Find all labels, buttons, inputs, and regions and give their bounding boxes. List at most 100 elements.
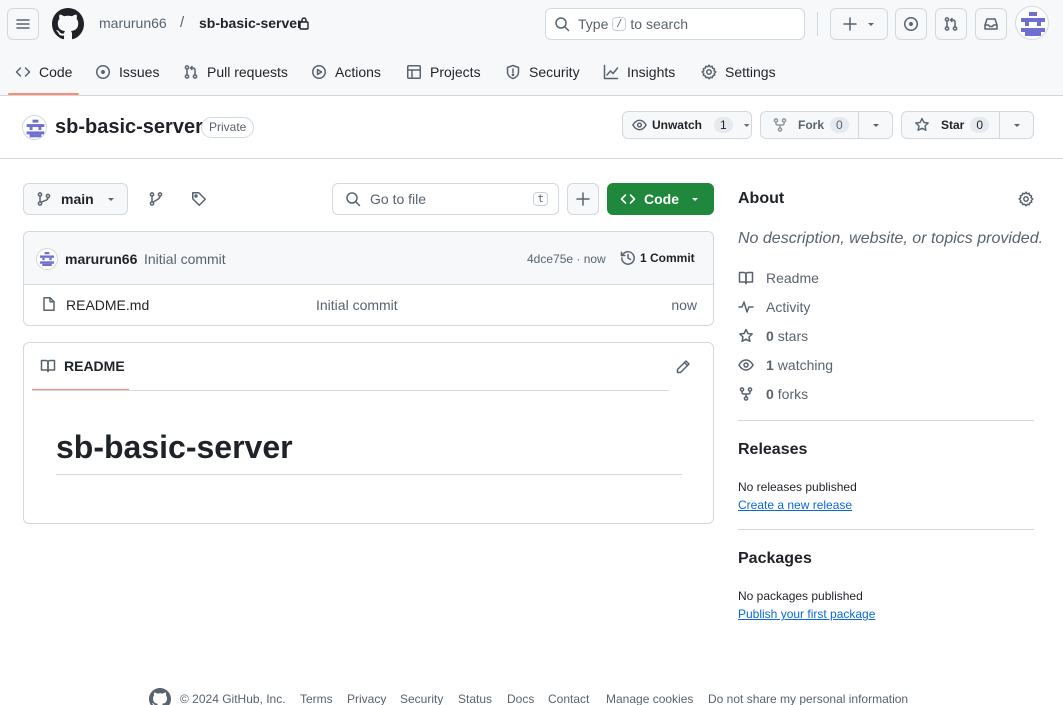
watching-label: watching	[777, 357, 834, 373]
visibility-badge: Private	[201, 117, 255, 138]
readme-tab[interactable]: README	[40, 358, 125, 374]
forks-count: 0	[766, 386, 774, 402]
tab-code[interactable]: Code	[15, 58, 72, 86]
footer-link[interactable]: Do not share my personal information	[708, 692, 908, 705]
tab-label: Insights	[627, 64, 676, 80]
hamburger-icon	[16, 19, 30, 29]
pull-requests-button[interactable]	[935, 8, 967, 40]
caret-down-icon	[868, 23, 874, 26]
star-icon	[738, 328, 754, 344]
edit-readme-button[interactable]	[675, 359, 691, 375]
about-activity-link[interactable]: Activity	[738, 299, 810, 315]
commit-author-avatar[interactable]	[36, 248, 58, 270]
github-logo-icon[interactable]	[52, 8, 84, 40]
tab-actions[interactable]: Actions	[311, 58, 381, 86]
tags-link[interactable]	[191, 191, 207, 207]
go-to-file-input[interactable]: Go to file t	[332, 183, 559, 215]
tab-insights[interactable]: Insights	[603, 58, 675, 86]
tab-security[interactable]: Security	[505, 58, 580, 86]
watch-counter: 1	[713, 117, 733, 133]
file-name[interactable]: README.md	[66, 297, 149, 313]
footer: © 2024 GitHub, Inc. Terms Privacy Securi…	[0, 686, 1063, 705]
create-new-button[interactable]	[830, 8, 888, 40]
commit-message[interactable]: Initial commit	[144, 251, 226, 267]
github-footer-logo-icon[interactable]	[149, 688, 171, 705]
footer-link[interactable]: Security	[400, 692, 443, 705]
search-input[interactable]: Type / to search	[545, 8, 805, 40]
code-icon	[620, 194, 636, 204]
code-dropdown-button[interactable]: Code	[607, 183, 714, 215]
issues-button[interactable]	[895, 8, 927, 40]
commit-sha-time[interactable]: 4dce75e · now	[527, 252, 606, 266]
inbox-button[interactable]	[975, 8, 1007, 40]
about-forks-link[interactable]: 0 forks	[738, 386, 808, 402]
about-description: No description, website, or topics provi…	[738, 230, 1044, 247]
owner-avatar[interactable]	[22, 115, 47, 140]
about-readme-link[interactable]: Readme	[738, 270, 819, 286]
star-button[interactable]: Star 0	[901, 111, 1000, 139]
add-file-button[interactable]	[567, 183, 599, 215]
tab-settings[interactable]: Settings	[701, 58, 776, 86]
repo-link[interactable]: sb-basic-server	[199, 15, 303, 31]
history-icon	[620, 251, 635, 265]
create-release-link[interactable]: Create a new release	[738, 498, 852, 512]
repo-title-row: sb-basic-server Private Unwatch 1 Fork 0…	[0, 97, 1063, 159]
gear-icon	[701, 64, 717, 80]
footer-link[interactable]: Docs	[507, 692, 534, 705]
selected-tab-indicator	[8, 93, 79, 95]
tab-label: Actions	[335, 64, 381, 80]
packages-title[interactable]: Packages	[738, 550, 812, 568]
commit-author[interactable]: marurun66	[65, 251, 137, 267]
tab-label: Pull requests	[207, 64, 288, 80]
user-avatar[interactable]	[1015, 6, 1049, 40]
tab-pull-requests[interactable]: Pull requests	[183, 58, 288, 86]
readme-heading-rule	[56, 474, 682, 475]
star-counter: 0	[970, 117, 990, 133]
pulse-icon	[738, 299, 754, 315]
menu-button[interactable]	[7, 8, 39, 40]
caret-down-icon	[1013, 124, 1020, 127]
watching-count: 1	[766, 357, 774, 373]
search-icon	[554, 16, 570, 32]
publish-package-link[interactable]: Publish your first package	[738, 607, 875, 621]
owner-link[interactable]: marurun66	[99, 15, 167, 31]
tab-issues[interactable]: Issues	[95, 58, 159, 86]
fork-button[interactable]: Fork 0	[760, 111, 859, 139]
about-watching-link[interactable]: 1 watching	[738, 357, 833, 373]
about-stars-link[interactable]: 0 stars	[738, 328, 808, 344]
readme-tab-label: README	[64, 358, 125, 374]
tab-projects[interactable]: Projects	[406, 58, 481, 86]
branch-icon	[149, 192, 163, 206]
branch-selector[interactable]: main	[23, 183, 128, 215]
footer-link[interactable]: Status	[458, 692, 492, 705]
footer-link[interactable]: Privacy	[347, 692, 386, 705]
issue-icon	[96, 65, 110, 79]
footer-link[interactable]: Manage cookies	[606, 692, 693, 705]
file-commit-message[interactable]: Initial commit	[316, 297, 398, 313]
go-to-file-shortcut: t	[533, 192, 548, 206]
tab-label: Projects	[430, 64, 481, 80]
search-shortcut-key: /	[612, 17, 627, 31]
file-row[interactable]: README.md Initial commit now	[24, 285, 713, 325]
readme-divider	[32, 390, 669, 391]
file-commit-time: now	[671, 297, 697, 313]
stars-label: stars	[777, 328, 809, 344]
repo-title[interactable]: sb-basic-server	[55, 116, 203, 139]
commits-history-link[interactable]: 1 Commit	[620, 250, 695, 266]
footer-link[interactable]: Contact	[548, 692, 589, 705]
pull-request-icon	[184, 65, 198, 79]
about-item-label: Readme	[766, 270, 819, 286]
about-settings-button[interactable]	[1018, 191, 1034, 207]
fork-icon	[738, 386, 754, 402]
footer-link[interactable]: Terms	[300, 692, 333, 705]
unwatch-button[interactable]: Unwatch 1	[622, 111, 752, 139]
fork-dropdown-button[interactable]	[858, 111, 893, 139]
about-item-label: Activity	[766, 299, 811, 315]
releases-title[interactable]: Releases	[738, 441, 807, 459]
shield-icon	[506, 64, 520, 80]
about-title: About	[738, 190, 785, 207]
star-dropdown-button[interactable]	[999, 111, 1034, 139]
branches-link[interactable]	[148, 191, 164, 207]
caret-down-icon	[107, 198, 114, 201]
eye-icon	[632, 119, 647, 131]
